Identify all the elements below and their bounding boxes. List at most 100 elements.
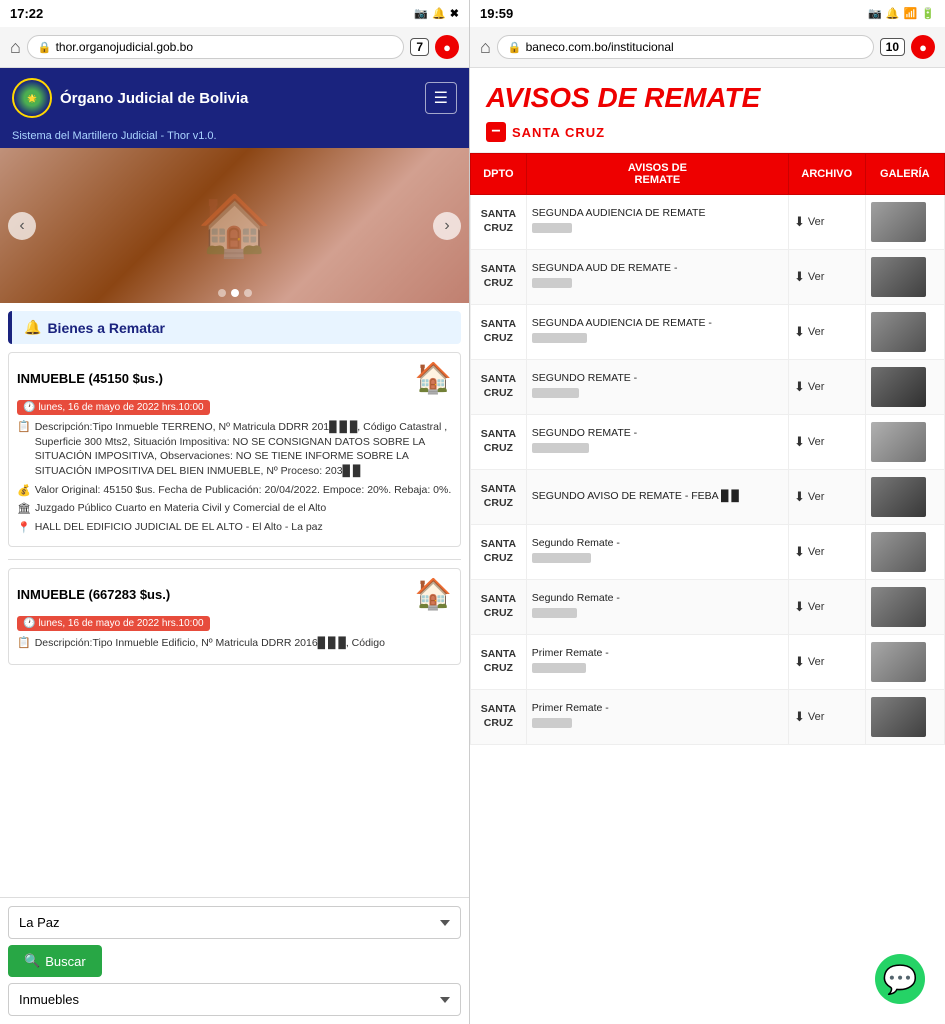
ver-button[interactable]: ⬇ Ver [794,434,860,450]
category-select[interactable]: Inmuebles Vehículos Otros [8,983,461,1016]
aviso-cell: SEGUNDO AVISO DE REMATE - FEBA █ █ [526,470,788,525]
camera-icon: 📷 [414,7,428,20]
property-card-1: INMUEBLE (45150 $us.) 🏠 🕐 lunes, 16 de m… [8,352,461,547]
thumbnail-image[interactable] [871,477,926,517]
aviso-cell: SEGUNDO REMATE - █ █ [526,415,788,470]
ver-button[interactable]: ⬇ Ver [794,599,860,615]
download-icon: ⬇ [794,654,805,670]
left-red-button[interactable]: ● [435,35,459,59]
menu-button[interactable]: ☰ [425,82,457,114]
ver-button[interactable]: ⬇ Ver [794,324,860,340]
dpto-cell: SANTACRUZ [471,305,527,360]
ver-button[interactable]: ⬇ Ver [794,214,860,230]
dpto-cell: SANTACRUZ [471,690,527,745]
left-url-bar[interactable]: 🔒 thor.organojudicial.gob.bo [27,35,404,59]
table-row: SANTACRUZ SEGUNDO REMATE - █ █ ⬇ Ver [471,360,945,415]
dpto-cell: SANTACRUZ [471,580,527,635]
home-icon[interactable]: ⌂ [10,37,21,58]
table-row: SANTACRUZ SEGUNDA AUDIENCIA DE REMATE █ … [471,195,945,250]
clock-icon-1: 🕐 [23,402,35,413]
right-camera-icon: 📷 [868,7,882,20]
galeria-cell[interactable] [865,305,944,360]
thumbnail-image[interactable] [871,257,926,297]
galeria-cell[interactable] [865,690,944,745]
archivo-cell[interactable]: ⬇ Ver [788,195,865,250]
carousel-next-button[interactable]: › [433,212,461,240]
right-tab-count[interactable]: 10 [880,38,905,56]
right-home-icon[interactable]: ⌂ [480,37,491,58]
archivo-cell[interactable]: ⬇ Ver [788,635,865,690]
left-tab-count[interactable]: 7 [410,38,429,56]
ver-button[interactable]: ⬇ Ver [794,654,860,670]
ver-label: Ver [808,656,825,668]
search-row: 🔍 Buscar [8,945,461,977]
archivo-cell[interactable]: ⬇ Ver [788,470,865,525]
galeria-cell[interactable] [865,635,944,690]
archivo-cell[interactable]: ⬇ Ver [788,360,865,415]
left-panel: 17:22 📷 🔔 ✖ ⌂ 🔒 thor.organojudicial.gob.… [0,0,470,1024]
galeria-cell[interactable] [865,470,944,525]
right-red-button[interactable]: ● [911,35,935,59]
ver-button[interactable]: ⬇ Ver [794,489,860,505]
archivo-cell[interactable]: ⬇ Ver [788,690,865,745]
thumbnail-image[interactable] [871,697,926,737]
ver-label: Ver [808,711,825,723]
content-scroll[interactable]: INMUEBLE (45150 $us.) 🏠 🕐 lunes, 16 de m… [0,352,469,897]
table-row: SANTACRUZ Primer Remate - █ █ █ █ ⬇ Ver [471,635,945,690]
ver-button[interactable]: ⬇ Ver [794,709,860,725]
site-logo: 🌟 Órgano Judicial de Bolivia [12,78,248,118]
thumbnail-image[interactable] [871,587,926,627]
archivo-cell[interactable]: ⬇ Ver [788,525,865,580]
thumbnail-image[interactable] [871,532,926,572]
search-icon: 🔍 [24,953,40,969]
right-bell-icon: 🔔 [886,7,900,20]
galeria-cell[interactable] [865,415,944,470]
archivo-cell[interactable]: ⬇ Ver [788,305,865,360]
whatsapp-button[interactable]: 💬 [875,954,925,1004]
thumbnail-image[interactable] [871,367,926,407]
galeria-cell[interactable] [865,525,944,580]
ver-label: Ver [808,546,825,558]
archivo-cell[interactable]: ⬇ Ver [788,250,865,305]
galeria-cell[interactable] [865,195,944,250]
ver-button[interactable]: ⬇ Ver [794,269,860,285]
dpto-cell: SANTACRUZ [471,470,527,525]
ver-button[interactable]: ⬇ Ver [794,544,860,560]
page-heading: AVISOS DE REMATE − SANTA CRUZ [470,68,945,153]
remate-table: DPTO AVISOS DEREMATE ARCHIVO GALERÍA SAN… [470,153,945,745]
dpto-cell: SANTACRUZ [471,635,527,690]
divider-1 [8,559,461,560]
carousel-prev-button[interactable]: ‹ [8,212,36,240]
download-icon: ⬇ [794,214,805,230]
table-row: SANTACRUZ Segundo Remate - █ █ a █ █ ⬇ V… [471,525,945,580]
carousel-dot-1[interactable] [218,289,226,297]
galeria-cell[interactable] [865,250,944,305]
search-button[interactable]: 🔍 Buscar [8,945,102,977]
collapse-button[interactable]: − [486,122,506,142]
galeria-cell[interactable] [865,580,944,635]
thumbnail-image[interactable] [871,642,926,682]
property-1-location: HALL DEL EDIFICIO JUDICIAL DE EL ALTO - … [35,520,323,536]
archivo-cell[interactable]: ⬇ Ver [788,580,865,635]
carousel-dot-3[interactable] [244,289,252,297]
site-title: Órgano Judicial de Bolivia [60,90,248,107]
archivo-cell[interactable]: ⬇ Ver [788,415,865,470]
ver-button[interactable]: ⬇ Ver [794,379,860,395]
col-avisos: AVISOS DEREMATE [526,154,788,195]
thumbnail-image[interactable] [871,312,926,352]
ver-label: Ver [808,436,825,448]
aviso-cell: SEGUNDO REMATE - █ █ [526,360,788,415]
property-2-date: lunes, 16 de mayo de 2022 hrs.10:00 [38,618,203,629]
table-row: SANTACRUZ SEGUNDA AUD DE REMATE - █ █ █ … [471,250,945,305]
aviso-cell: SEGUNDA AUD DE REMATE - █ █ █ [526,250,788,305]
right-url-bar[interactable]: 🔒 baneco.com.bo/institucional [497,35,874,59]
right-url-text: baneco.com.bo/institucional [526,40,674,54]
thumbnail-image[interactable] [871,202,926,242]
thumbnail-image[interactable] [871,422,926,462]
location-select[interactable]: La Paz Santa Cruz Cochabamba [8,906,461,939]
carousel-dot-2[interactable] [231,289,239,297]
galeria-cell[interactable] [865,360,944,415]
desc-icon-2: 📋 [17,636,31,651]
table-container[interactable]: DPTO AVISOS DEREMATE ARCHIVO GALERÍA SAN… [470,153,945,1024]
property-1-value: Valor Original: 45150 $us. Fecha de Publ… [35,483,452,499]
